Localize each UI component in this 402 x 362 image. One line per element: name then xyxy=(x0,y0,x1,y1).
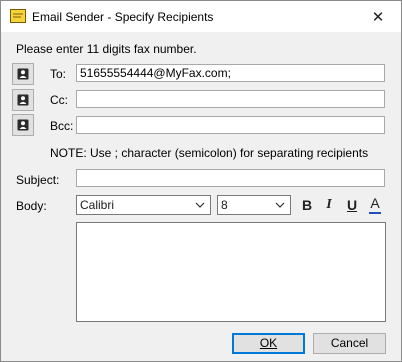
cancel-button-label: Cancel xyxy=(330,336,369,350)
subject-field[interactable] xyxy=(76,169,385,187)
dialog-content: Please enter 11 digits fax number. To: 5… xyxy=(1,32,401,361)
bold-icon: B xyxy=(301,197,313,213)
address-book-icon xyxy=(17,94,29,106)
address-book-icon xyxy=(17,68,29,80)
font-size-value: 8 xyxy=(221,198,228,212)
to-label: To: xyxy=(50,67,67,81)
underline-button[interactable]: U xyxy=(343,196,361,214)
font-combo[interactable]: Calibri xyxy=(76,195,211,215)
italic-icon: I xyxy=(326,197,332,212)
font-size-combo[interactable]: 8 xyxy=(217,195,291,215)
close-button[interactable]: ✕ xyxy=(355,1,401,32)
italic-button[interactable]: I xyxy=(320,196,338,214)
envelope-icon xyxy=(10,9,26,23)
to-field[interactable]: 51655554444@MyFax.com; xyxy=(76,64,385,82)
body-textarea[interactable] xyxy=(76,222,386,322)
bcc-label: Bcc: xyxy=(50,119,74,133)
ok-button-label: OK xyxy=(259,336,278,350)
font-color-button[interactable]: A xyxy=(366,195,384,214)
instructions-text: Please enter 11 digits fax number. xyxy=(16,42,197,56)
cc-address-book-button[interactable] xyxy=(12,89,34,111)
subject-label: Subject: xyxy=(16,173,60,187)
font-value: Calibri xyxy=(80,198,115,212)
bcc-field[interactable] xyxy=(76,116,385,134)
cc-field[interactable] xyxy=(76,90,385,108)
bcc-address-book-button[interactable] xyxy=(12,114,34,136)
cc-label: Cc: xyxy=(50,93,68,107)
window-title: Email Sender - Specify Recipients xyxy=(32,10,214,24)
font-color-icon: A xyxy=(370,195,380,211)
ok-button[interactable]: OK xyxy=(232,333,305,354)
chevron-down-icon xyxy=(195,202,205,208)
underline-icon: U xyxy=(346,197,358,213)
font-color-swatch xyxy=(369,212,381,214)
bold-button[interactable]: B xyxy=(298,196,316,214)
title-bar: Email Sender - Specify Recipients ✕ xyxy=(1,1,401,32)
email-sender-dialog: Email Sender - Specify Recipients ✕ Plea… xyxy=(0,0,402,362)
to-address-book-button[interactable] xyxy=(12,63,34,85)
cancel-button[interactable]: Cancel xyxy=(313,333,386,354)
address-book-icon xyxy=(17,119,29,131)
chevron-down-icon xyxy=(275,202,285,208)
close-icon: ✕ xyxy=(371,8,385,26)
body-label: Body: xyxy=(16,199,47,213)
separator-note: NOTE: Use ; character (semicolon) for se… xyxy=(50,146,369,160)
